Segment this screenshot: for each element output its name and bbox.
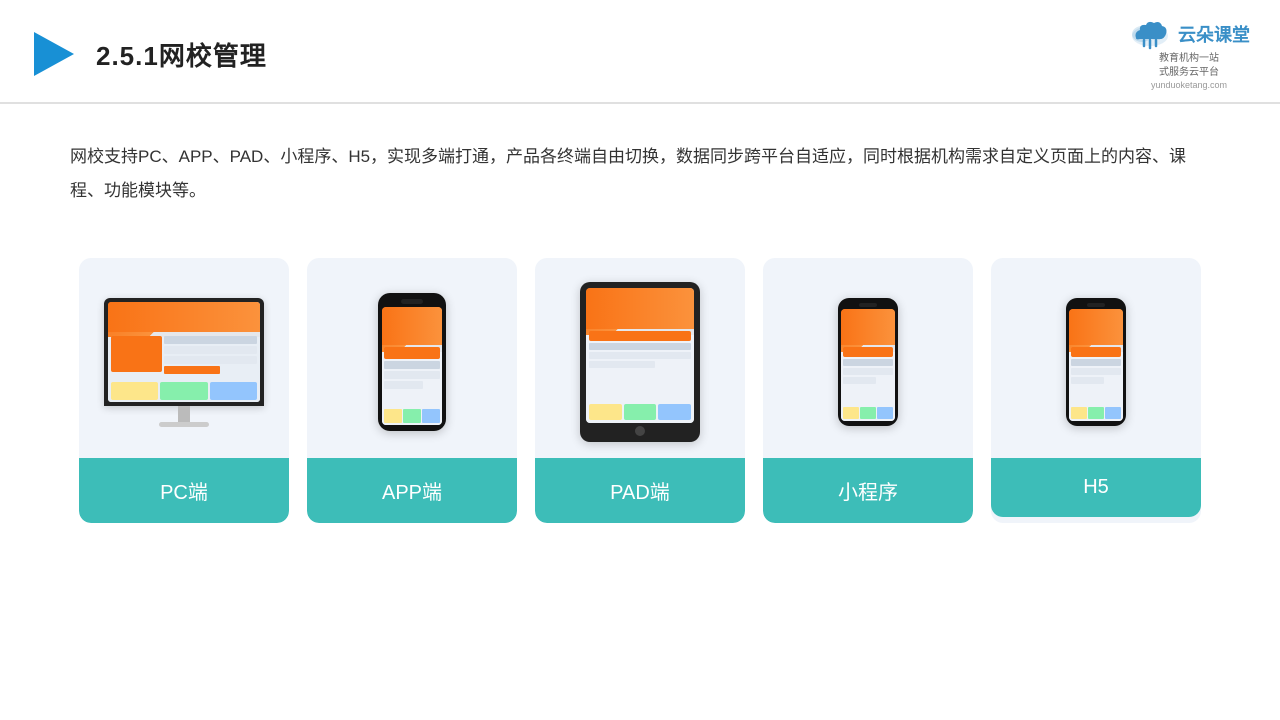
logo-cloud-icon — [1128, 18, 1172, 50]
card-h5: H5 — [991, 258, 1201, 523]
card-h5-label: H5 — [991, 458, 1201, 517]
mini-phone-h5 — [1066, 298, 1126, 426]
cards-container: PC端 — [0, 238, 1280, 553]
card-miniprogram-image — [763, 258, 973, 458]
card-miniprogram-label: 小程序 — [763, 458, 973, 523]
card-pc: PC端 — [79, 258, 289, 523]
tablet-mock — [580, 282, 700, 442]
play-icon — [30, 30, 78, 78]
logo-area: 云朵课堂 教育机构一站式服务云平台 yunduoketang.com — [1128, 18, 1250, 90]
card-app: APP端 — [307, 258, 517, 523]
pc-monitor — [104, 298, 264, 427]
card-pc-image — [79, 258, 289, 458]
card-pad-image — [535, 258, 745, 458]
logo-url: yunduoketang.com — [1151, 80, 1227, 90]
card-app-label: APP端 — [307, 458, 517, 523]
card-pc-label: PC端 — [79, 458, 289, 523]
description-text: 网校支持PC、APP、PAD、小程序、H5，实现多端打通，产品各终端自由切换，数… — [70, 147, 1186, 200]
phone-mock-app — [378, 293, 446, 431]
logo-cloud: 云朵课堂 — [1128, 18, 1250, 50]
page-title: 2.5.1网校管理 — [96, 36, 267, 73]
header-left: 2.5.1网校管理 — [30, 30, 267, 78]
logo-name: 云朵课堂 — [1178, 21, 1250, 47]
mini-phone-miniprogram — [838, 298, 898, 426]
card-pad: PAD端 — [535, 258, 745, 523]
header: 2.5.1网校管理 云朵课堂 教育机构一站式服务云平台 yunduoketang… — [0, 0, 1280, 104]
card-pad-label: PAD端 — [535, 458, 745, 523]
logo-subtitle: 教育机构一站式服务云平台 — [1159, 52, 1219, 80]
card-app-image — [307, 258, 517, 458]
card-miniprogram: 小程序 — [763, 258, 973, 523]
description: 网校支持PC、APP、PAD、小程序、H5，实现多端打通，产品各终端自由切换，数… — [0, 104, 1280, 228]
card-h5-image — [991, 258, 1201, 458]
